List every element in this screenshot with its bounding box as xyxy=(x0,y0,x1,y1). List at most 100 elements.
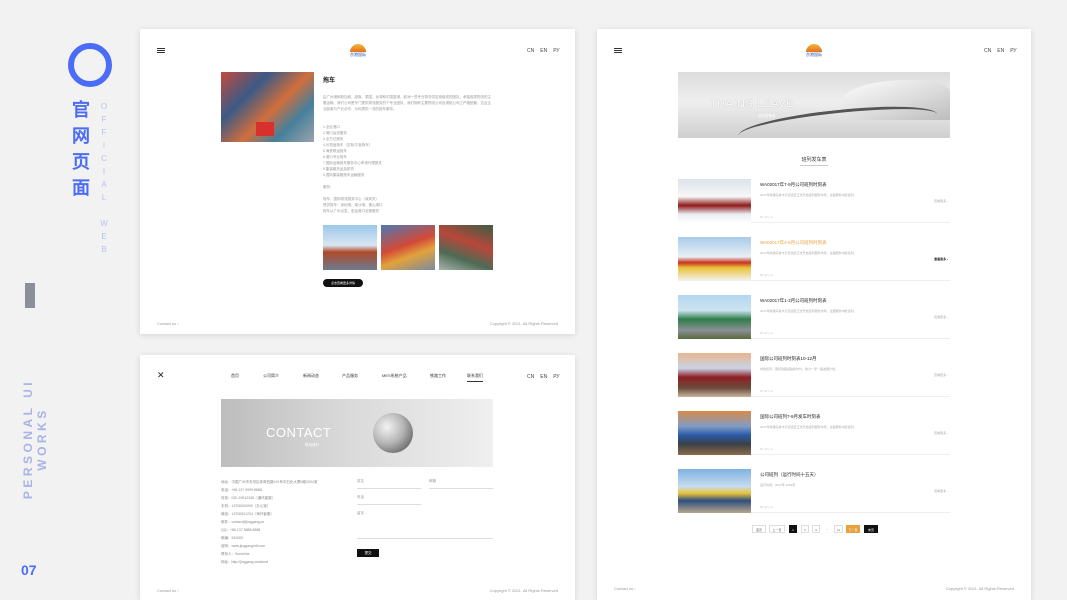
page-last-button[interactable]: 末页 xyxy=(864,525,878,533)
nav-item-rail[interactable]: 铁路工作 xyxy=(430,373,446,379)
product-hero-image xyxy=(221,72,314,142)
info-line: 地址：中国广州市天河区体育西路191号中石化大厦B座2004室 xyxy=(221,480,318,484)
lang-cn[interactable]: CN xyxy=(984,48,991,54)
nav-item-products[interactable]: 产品服务 xyxy=(342,373,358,379)
copyright: Copyright © 2021. All Rights Reserved xyxy=(945,586,1014,591)
nav-item-home[interactable]: 首页 xyxy=(231,373,239,379)
news-thumbnail[interactable] xyxy=(678,237,751,281)
read-more-link[interactable]: 查看更多 › xyxy=(934,373,948,377)
page-1-button[interactable]: 1 xyxy=(789,525,797,533)
contact-us-link[interactable]: Contact us › xyxy=(157,588,179,593)
lang-en[interactable]: EN xyxy=(540,374,547,380)
info-line: 邮件：contact@jinggang.cn xyxy=(221,520,265,524)
page-3-button[interactable]: 3 xyxy=(812,525,820,533)
contact-banner: CONTACT 联系我们 xyxy=(221,399,493,467)
news-title[interactable]: WA02017年4-6月公司班列时刻表 xyxy=(760,240,827,246)
thumbnail-image[interactable] xyxy=(381,225,435,270)
page-11-button[interactable]: 11 xyxy=(834,525,843,533)
info-line: 联系人：Sunshine xyxy=(221,552,250,556)
phone-field[interactable]: 邮箱 xyxy=(429,479,493,489)
read-more-link[interactable]: 查看更多 › xyxy=(934,257,948,261)
en-char: F xyxy=(101,115,107,124)
news-item[interactable]: 公司班列（运行时间十五天） 运行时间：2017年-2019年 07-17 | u… xyxy=(678,469,950,513)
page-next-button[interactable]: 下一页 xyxy=(846,525,860,533)
nav-item-news[interactable]: 新闻动态 xyxy=(303,373,319,379)
read-more-link[interactable]: 查看更多 › xyxy=(934,199,948,203)
page-prev-button[interactable]: 上一页 xyxy=(769,525,785,533)
side-accent-bar xyxy=(25,283,35,308)
thumbnail-image[interactable] xyxy=(439,225,493,270)
cn-title-char: 官 xyxy=(72,100,90,121)
name-field[interactable]: 姓名 xyxy=(357,479,421,489)
read-more-link[interactable]: 查看更多 › xyxy=(934,489,948,493)
en-spacer xyxy=(98,204,110,217)
site-logo[interactable]: 京港国际 xyxy=(348,44,368,60)
info-line: QQ：+86 137 8888 8888 xyxy=(221,528,261,532)
more-details-button[interactable]: 点击查看更多详情 xyxy=(323,279,363,287)
lang-en[interactable]: EN xyxy=(997,48,1004,54)
menu-icon[interactable] xyxy=(614,48,622,53)
email-field[interactable]: 电话 xyxy=(357,495,421,505)
news-thumbnail[interactable] xyxy=(678,179,751,223)
product-intro: 由广州港和新加坡、越南、泰国、台湾和中国香港、欧洲一些专业物流供应商组成的团队，… xyxy=(323,95,491,111)
nav-item-contact[interactable]: 联系我们 xyxy=(467,373,483,382)
info-line: 手机：13700000000（办公室） xyxy=(221,504,271,508)
lang-ru[interactable]: РУ xyxy=(553,48,559,54)
portfolio-slide: 官 网 页 面 O F F I C I A L W E B PERSONAL U… xyxy=(0,0,1067,600)
news-date: 07-17 | ur xyxy=(760,389,773,393)
thumbnail-image[interactable] xyxy=(323,225,377,270)
lang-cn[interactable]: CN xyxy=(527,374,534,380)
info-line: 官网：www.jinggangintl.com xyxy=(221,544,266,548)
contact-us-link[interactable]: Contact us › xyxy=(614,586,636,591)
lang-cn[interactable]: CN xyxy=(527,48,534,54)
contact-page-card: ✕ 首页 公司简介 新闻动态 产品服务 MES系统产品 铁路工作 联系我们 CN… xyxy=(140,355,575,600)
copyright: Copyright © 2021. All Rights Reserved xyxy=(489,588,558,593)
page-first-button[interactable]: 首页 xyxy=(752,525,766,533)
news-title[interactable]: WA02017年7-9月公司班列时刻表 xyxy=(760,182,827,188)
read-more-link[interactable]: 查看更多 › xyxy=(934,431,948,435)
news-thumbnail[interactable] xyxy=(678,469,751,513)
news-item[interactable]: WA02017年1-3月公司班列时刻表 2017年新疆乌鲁木齐自治区正式开启班列… xyxy=(678,295,950,339)
news-date: 07-17 | ur xyxy=(760,273,773,277)
news-item[interactable]: 国际公司班列时刻表10-12月 中欧班列，国际铁路运输新时代，助力一带一路发展计… xyxy=(678,353,950,397)
news-title[interactable]: WA02017年1-3月公司班列时刻表 xyxy=(760,298,827,304)
info-line: 电话：+86 137 9999 8888 xyxy=(221,488,262,492)
news-thumbnail[interactable] xyxy=(678,295,751,339)
en-char: C xyxy=(101,154,107,163)
side-label: PERSONAL UI WORKS xyxy=(21,378,49,500)
news-title[interactable]: 国际公司班列时刻表10-12月 xyxy=(760,356,817,362)
close-icon[interactable]: ✕ xyxy=(157,371,165,380)
product-thumbnails xyxy=(323,225,495,270)
news-item[interactable]: 国际公司班列7-9月发车时刻表 2017年新疆乌鲁木齐自治区正式开启班列服务市场… xyxy=(678,411,950,455)
cn-title: 官 网 页 面 xyxy=(70,98,92,202)
contact-us-link[interactable]: Contact us › xyxy=(157,321,179,326)
news-thumbnail[interactable] xyxy=(678,353,751,397)
submit-button[interactable]: 提交 xyxy=(357,549,379,557)
news-date: 07-17 | ur xyxy=(760,505,773,509)
nav-item-mes[interactable]: MES系统产品 xyxy=(382,373,407,379)
news-title[interactable]: 公司班列（运行时间十五天） xyxy=(760,472,819,478)
news-item[interactable]: WA02017年4-6月公司班列时刻表 2017年新疆乌鲁木齐自治区正式开启班列… xyxy=(678,237,950,281)
lang-ru[interactable]: РУ xyxy=(553,374,559,380)
lang-ru[interactable]: РУ xyxy=(1010,48,1016,54)
nav-item-about[interactable]: 公司简介 xyxy=(263,373,279,379)
news-page-card: 京港国际 CN EN РУ THAINS LEAVE 班列发车表 班列发车表 WA0… xyxy=(597,29,1031,600)
news-thumbnail[interactable] xyxy=(678,411,751,455)
en-char: A xyxy=(101,180,107,189)
product-page-card: 京港国际 CN EN РУ 拖车 由广州港和新加坡、越南、泰国、台湾和中国香港、欧洲… xyxy=(140,29,575,334)
lang-en[interactable]: EN xyxy=(540,48,547,54)
en-char: B xyxy=(101,245,107,254)
page-2-button[interactable]: 2 xyxy=(801,525,809,533)
message-field[interactable]: 留言... xyxy=(357,511,493,539)
globe-image xyxy=(373,413,413,453)
language-switcher: CN EN РУ xyxy=(521,48,560,54)
news-item[interactable]: WA02017年7-9月公司班列时刻表 2017年新疆乌鲁木齐自治区正式开启班列… xyxy=(678,179,950,223)
news-desc: 2017年新疆乌鲁木齐自治区正式开启班列服务市场，全面服务中欧班列。 xyxy=(760,425,857,429)
product-title: 拖车 xyxy=(323,78,336,84)
news-title[interactable]: 国际公司班列7-9月发车时刻表 xyxy=(760,414,821,420)
menu-icon[interactable] xyxy=(157,48,165,53)
read-more-link[interactable]: 查看更多 › xyxy=(934,315,948,319)
page-number: 07 xyxy=(21,562,37,578)
site-logo[interactable]: 京港国际 xyxy=(804,44,824,60)
language-switcher: CN EN РУ xyxy=(521,374,560,380)
